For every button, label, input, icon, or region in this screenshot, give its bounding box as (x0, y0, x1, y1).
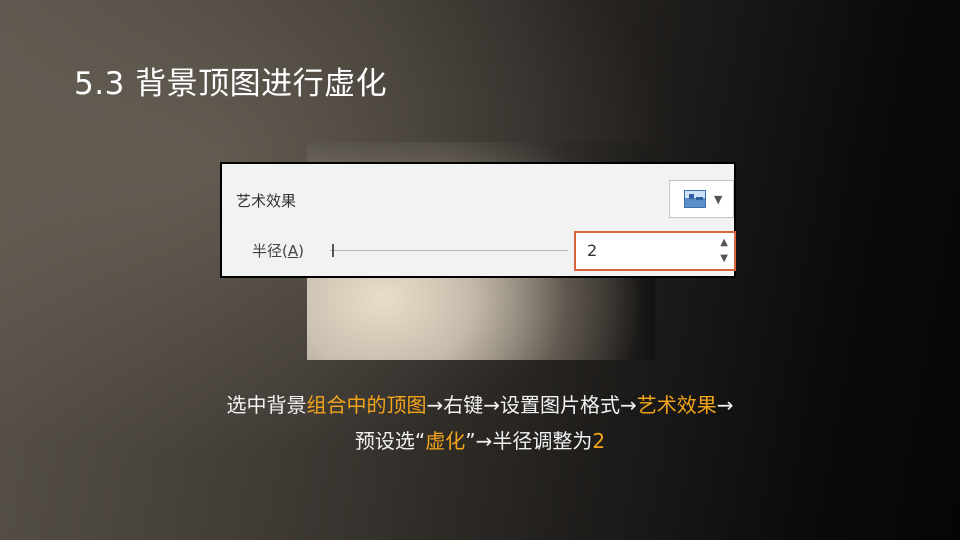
caption-highlight: 虚化 (425, 429, 466, 453)
slide-title: 5.3 背景顶图进行虚化 (74, 66, 388, 102)
caption-highlight: 2 (592, 429, 606, 453)
radius-slider-track[interactable] (330, 250, 568, 251)
caption-segment: 预设选“ (354, 429, 426, 453)
artistic-effect-thumbnail-icon (684, 190, 706, 208)
caption-segment: 选中背景 (226, 393, 307, 417)
radius-value[interactable]: 2 (587, 241, 597, 260)
caption-highlight: 艺术效果 (636, 393, 717, 417)
caption-segment: → (716, 393, 734, 417)
radius-label-suffix: ) (298, 242, 304, 260)
chevron-down-icon: ▼ (714, 193, 723, 206)
radius-label-accesskey: A (287, 242, 299, 260)
artistic-effects-panel: 艺术效果 ▼ 半径(A) 2 ▲ ▼ (220, 162, 736, 278)
caption-line-2: 预设选“虚化”→半径调整为2 (0, 425, 960, 454)
radius-spin-input[interactable]: 2 ▲ ▼ (574, 231, 736, 271)
spin-up-icon[interactable]: ▲ (720, 238, 728, 248)
caption-segment: →右键→设置图片格式→ (426, 393, 637, 417)
artistic-effects-label: 艺术效果 (236, 192, 297, 210)
slide: 5.3 背景顶图进行虚化 艺术效果 ▼ 半径(A) 2 ▲ ▼ 选中背景组合中的… (0, 0, 960, 540)
caption-highlight: 组合中的顶图 (306, 393, 427, 417)
artistic-effect-dropdown-button[interactable]: ▼ (669, 180, 734, 218)
radius-label: 半径(A) (252, 240, 304, 261)
radius-slider-thumb[interactable] (332, 244, 334, 257)
caption-segment: ”→半径调整为 (465, 429, 593, 453)
radius-label-prefix: 半径( (252, 242, 288, 260)
spin-down-icon[interactable]: ▼ (720, 254, 728, 264)
caption-line-1: 选中背景组合中的顶图→右键→设置图片格式→艺术效果→ (0, 389, 960, 418)
